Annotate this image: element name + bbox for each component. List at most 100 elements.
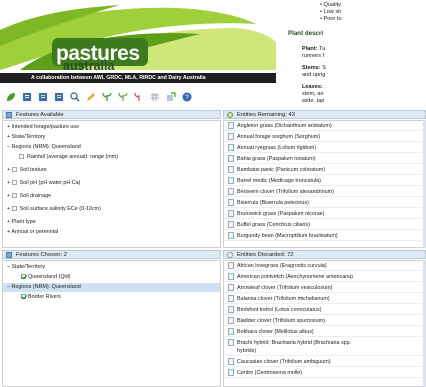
list-item[interactable]: Barrel medic (Medicago truncatula)	[224, 177, 425, 186]
panel-icon	[227, 252, 233, 258]
feature-item[interactable]: + Soil drainage	[3, 192, 220, 201]
bullet-item: • Poor to	[320, 16, 342, 22]
numeric-feature-icon	[19, 154, 24, 160]
document-icon	[228, 284, 234, 292]
list-item[interactable]: Berseem clover (Trifolium alexandrinum)	[224, 188, 425, 197]
feature-item[interactable]: + Soil pH (pH water:pH Ca)	[3, 179, 220, 188]
document-icon	[228, 306, 234, 314]
grid-icon[interactable]	[150, 92, 160, 102]
list-item[interactable]: Annual ryegrass (Lolium rigidum)	[224, 144, 425, 153]
list-item[interactable]: Arrowleaf clover (Trifolium vesiculosum)	[224, 284, 425, 293]
leaf-icon[interactable]	[6, 92, 16, 102]
leaves-paragraph: Leaves:	[302, 84, 323, 90]
list-item[interactable]: Centro (Centrosema molle)	[224, 369, 425, 378]
plant-paragraph-line: runners f	[302, 53, 325, 59]
pencil-icon[interactable]	[86, 92, 96, 102]
list-item[interactable]: Bladder clover (Trifolium spumosum)	[224, 317, 425, 326]
checkbox-checked[interactable]	[21, 294, 26, 300]
features-available-list: + Intended forage/pasture use + State/Te…	[2, 120, 221, 248]
feature-icon	[11, 167, 17, 173]
panel-icon	[6, 112, 12, 118]
list-item[interactable]: Balansa clover (Trifolium michelianum)	[224, 295, 425, 304]
document-icon	[228, 210, 234, 218]
bullet-item: • Low sh	[320, 9, 342, 15]
document-icon	[228, 273, 234, 281]
logo-text-secondary: australia	[63, 59, 115, 73]
feature-icon	[11, 206, 17, 212]
list-item[interactable]: Bahia grass (Paspalum notatum)	[224, 155, 425, 164]
list-item[interactable]: Angleton grass (Dichanthium aristatum)	[224, 122, 425, 131]
list-item[interactable]: Brunswick grass (Paspalum nicorae)	[224, 210, 425, 219]
entities-remaining-list: Angleton grass (Dichanthium aristatum) A…	[223, 120, 426, 248]
list-item[interactable]: American jointvetch (Aeschynomene americ…	[224, 273, 425, 282]
list-item[interactable]: Bokhara clover (Melilotus albus)	[224, 328, 425, 337]
features-available-header: Features Available	[2, 110, 221, 119]
feature-item[interactable]: + Annual or perennial	[3, 228, 220, 237]
leaves-paragraph-line: wide. tap	[302, 98, 325, 104]
document-icon	[228, 317, 234, 325]
feature-item[interactable]: + Plant type	[3, 218, 220, 227]
list-item[interactable]: Biserrula (Biserrula pelecinus)	[224, 199, 425, 208]
feature-item[interactable]: + Soil surface salinity ECe (0-10cm)	[3, 205, 220, 214]
checkbox-checked[interactable]	[21, 274, 26, 280]
panel-icon	[227, 112, 233, 118]
chosen-value[interactable]: Queensland (Qld)	[3, 273, 220, 282]
feature-item[interactable]: – Regions (NRM): Queensland	[3, 143, 220, 152]
list-icon[interactable]	[54, 92, 64, 102]
tagline-bar: A collaboration between AWI, GRDC, MLA, …	[0, 73, 276, 83]
feature-item[interactable]: + State/Territory	[3, 133, 220, 142]
document-icon	[228, 295, 234, 303]
document-icon	[228, 144, 234, 152]
plant-icon[interactable]	[134, 92, 144, 102]
chosen-feature[interactable]: – State/Territory	[3, 263, 220, 272]
document-icon	[228, 339, 234, 347]
document-icon	[228, 133, 234, 141]
list-item[interactable]: Birdsfoot trefoil (Lotus corniculatus)	[224, 306, 425, 315]
list-item[interactable]: Caucasian clover (Trifolium ambiguum)	[224, 358, 425, 367]
feature-item[interactable]: + Intended forage/pasture use	[3, 123, 220, 132]
features-chosen-header: Features Chosen: 2	[2, 250, 221, 259]
panel-icon	[6, 252, 12, 258]
section-heading: Plant descri	[288, 30, 324, 37]
features-chosen-list: – State/Territory Queensland (Qld) – Reg…	[2, 260, 221, 387]
list-icon[interactable]	[22, 92, 32, 102]
document-icon	[228, 369, 234, 377]
chosen-value[interactable]: Border Rivers	[3, 293, 220, 302]
document-icon	[228, 199, 234, 207]
document-icon	[228, 177, 234, 185]
feature-item[interactable]: + Soil texture	[3, 166, 220, 175]
leaves-paragraph-line: stem, an	[302, 91, 324, 97]
document-icon	[228, 155, 234, 163]
plant-icon[interactable]	[118, 92, 128, 102]
export-icon[interactable]	[166, 91, 176, 102]
document-icon	[228, 221, 234, 229]
help-icon[interactable]: ?	[182, 92, 192, 102]
entities-remaining-header: Entities Remaining: 43	[223, 110, 426, 119]
bullet-item: • Quality	[320, 2, 341, 8]
search-icon[interactable]	[70, 91, 80, 102]
feature-icon	[11, 180, 17, 186]
list-item[interactable]: Bambatsi panic (Panicum coloratum)	[224, 166, 425, 175]
entities-discarded-header: Entities Discarded: 72	[223, 250, 426, 259]
stems-paragraph: Stems: S	[302, 65, 326, 71]
document-icon	[228, 358, 234, 366]
feature-item[interactable]: Rainfall (average annual): range (mm)	[3, 153, 220, 162]
document-icon	[228, 328, 234, 336]
entities-discarded-list: African lovegrass (Eragrostis curvula) A…	[223, 260, 426, 387]
document-icon	[228, 122, 234, 130]
document-icon	[228, 166, 234, 174]
chosen-feature[interactable]: – Regions (NRM): Queensland	[3, 283, 220, 292]
document-icon	[228, 262, 234, 270]
list-item[interactable]: African lovegrass (Eragrostis curvula)	[224, 262, 425, 271]
plant-description-panel: • Quality • Low sh • Poor to Plant descr…	[276, 0, 426, 105]
plant-icon[interactable]	[102, 92, 112, 102]
list-item[interactable]: Annual forage sorghum (Sorghum)	[224, 133, 425, 142]
feature-icon	[11, 193, 17, 199]
list-icon[interactable]	[38, 92, 48, 102]
site-header: pastures australia A collaboration betwe…	[0, 0, 276, 87]
list-item[interactable]: Buffel grass (Cenchrus ciliaris)	[224, 221, 425, 230]
plant-paragraph: Plant: Tu	[302, 46, 326, 52]
list-item[interactable]: Burgundy bean (Macroptilium bracteatum)	[224, 232, 425, 241]
svg-text:?: ?	[185, 94, 189, 101]
list-item-continuation: hybrids)	[224, 347, 425, 356]
